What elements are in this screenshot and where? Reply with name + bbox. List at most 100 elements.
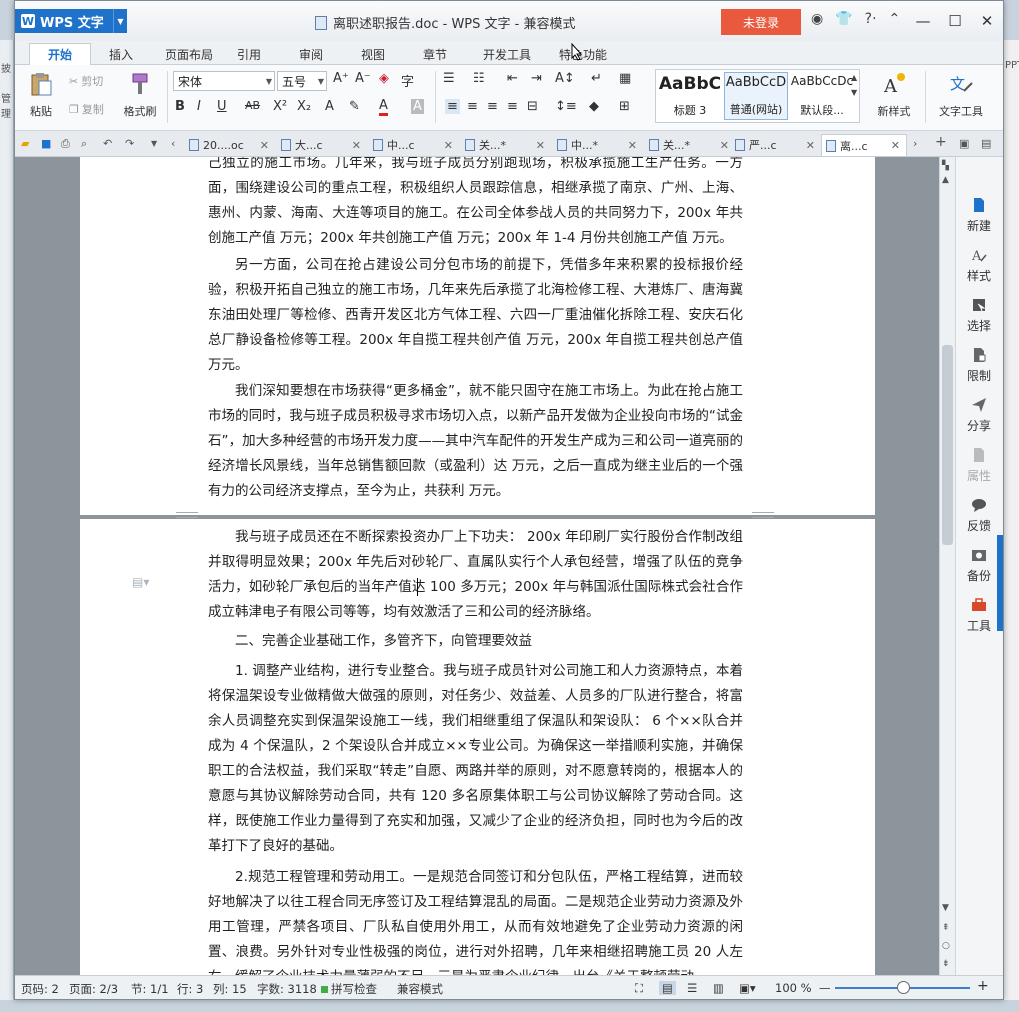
chevron-left-icon[interactable]: ‹ — [171, 137, 175, 150]
chevron-up-icon[interactable]: ▲ — [942, 175, 949, 185]
print-icon[interactable]: ⎙ — [61, 137, 70, 151]
sidebar-item-restrict[interactable]: 限制 — [956, 347, 1002, 384]
font-name-select[interactable]: 宋体 ▼ — [173, 71, 275, 91]
style-default-paragraph[interactable]: AaBbCcDc 默认段... — [790, 72, 854, 120]
page-view-icon[interactable]: ▤ — [659, 981, 676, 995]
tab-developer[interactable]: 开发工具 — [475, 43, 539, 65]
numbering-icon[interactable]: ☷ — [473, 71, 485, 86]
italic-icon[interactable]: I — [197, 99, 201, 114]
text-tools-button[interactable]: 文 文字工具 — [931, 71, 991, 119]
zoom-slider-thumb[interactable] — [897, 981, 910, 994]
highlight-icon[interactable]: ✎ — [349, 99, 360, 114]
tab-special-features[interactable]: 特色功能 — [551, 43, 615, 65]
chevron-down-icon[interactable]: ▼ — [113, 9, 127, 33]
doc-tab[interactable]: 20....oc ✕ — [185, 134, 275, 156]
border-icon[interactable]: ⊞ — [619, 99, 630, 114]
close-icon[interactable]: ✕ — [536, 139, 545, 152]
page-1[interactable]: 己独立的施工市场。几年来，我与班子成员分别跑现场，积极承揽施工生产任务。一方面，… — [80, 157, 875, 515]
doc-tab[interactable]: 中...c ✕ — [369, 134, 459, 156]
align-left-icon[interactable]: ≡ — [445, 99, 460, 114]
page-2[interactable]: ▤▾ 我与班子成员还在不断探索投资办厂上下功夫： 200x 年印刷厂实行股份合作… — [80, 517, 875, 975]
next-page-icon[interactable]: ⇟ — [942, 959, 950, 969]
close-icon[interactable]: ✕ — [628, 139, 637, 152]
doc-tab[interactable]: 严...c ✕ — [731, 134, 821, 156]
maximize-icon[interactable]: ☐ — [939, 7, 971, 35]
tab-page-layout[interactable]: 页面布局 — [151, 43, 227, 65]
zoom-out-icon[interactable]: — — [819, 981, 831, 995]
document-canvas[interactable]: 己独立的施工市场。几年来，我与班子成员分别跑现场，积极承揽施工生产任务。一方面，… — [15, 157, 939, 975]
doc-tab-active[interactable]: 离...c ✕ — [821, 134, 907, 156]
cut-button[interactable]: ✂ 剪切 — [69, 73, 103, 89]
collapse-ribbon-icon[interactable]: ⌃ — [889, 11, 901, 27]
wps-menu-button[interactable]: W WPS 文字 ▼ — [15, 9, 127, 33]
bullets-icon[interactable]: ☰ — [443, 71, 455, 86]
tab-list-icon[interactable]: ▣ — [959, 137, 969, 150]
sidebar-item-share[interactable]: 分享 — [956, 397, 1002, 434]
new-tab-icon[interactable]: + — [935, 134, 947, 150]
format-painter-button[interactable]: 格式刷 — [119, 71, 161, 119]
new-style-button[interactable]: A 新样式 — [869, 71, 919, 119]
save-icon[interactable]: ■ — [41, 137, 51, 150]
char-shading-icon[interactable]: A — [411, 99, 424, 114]
scrollbar-thumb[interactable] — [942, 345, 953, 545]
tab-menu-icon[interactable]: ▤ — [981, 137, 991, 150]
shading-icon[interactable]: ◆ — [589, 99, 599, 114]
shirt-icon[interactable]: 👕 — [835, 11, 852, 27]
subscript-icon[interactable]: X₂ — [297, 99, 311, 114]
doc-tab[interactable]: 关...* ✕ — [645, 134, 735, 156]
tab-review[interactable]: 审阅 — [291, 43, 331, 65]
font-size-select[interactable]: 五号 ▼ — [277, 71, 327, 91]
sidebar-item-styles[interactable]: A 样式 — [956, 247, 1002, 284]
vertical-scrollbar[interactable]: ▚ ▲ ▼ ⇞ ○ ⇟ — [939, 157, 955, 975]
align-center-icon[interactable]: ≡ — [467, 99, 478, 114]
spell-check-toggle[interactable]: 拼写检查 — [321, 981, 377, 997]
sidebar-collapse-handle[interactable] — [997, 535, 1003, 631]
distribute-icon[interactable]: ⊟ — [527, 99, 538, 114]
paragraph-marker-icon[interactable]: ▤▾ — [132, 575, 149, 589]
login-button[interactable]: 未登录 — [721, 9, 801, 35]
doc-tab[interactable]: 中...* ✕ — [553, 134, 643, 156]
close-icon[interactable]: ✕ — [260, 139, 269, 152]
chevron-right-icon[interactable]: › — [913, 137, 917, 150]
help-icon[interactable]: ?· — [865, 11, 877, 27]
sort-icon[interactable]: A↕ — [555, 71, 575, 86]
superscript-icon[interactable]: X² — [273, 99, 287, 114]
chevron-down-icon[interactable]: ▼ — [151, 139, 157, 148]
sidebar-item-new[interactable]: 新建 — [956, 197, 1002, 234]
split-icon[interactable]: ▚ — [942, 161, 949, 171]
undo-icon[interactable]: ↶ — [103, 137, 112, 150]
minimize-icon[interactable]: — — [907, 7, 939, 35]
close-icon[interactable]: ✕ — [891, 139, 900, 152]
line-spacing-icon[interactable]: ↕≡ — [555, 99, 577, 114]
sidebar-item-tools[interactable]: 工具 — [956, 597, 1002, 634]
outline-view-icon[interactable]: ☰ — [687, 981, 697, 995]
tab-chapter[interactable]: 章节 — [415, 43, 455, 65]
chevron-down-icon[interactable]: ▼ — [942, 903, 949, 913]
web-view-icon[interactable]: ▥ — [713, 981, 724, 995]
sidebar-item-backup[interactable]: 备份 — [956, 547, 1002, 584]
doc-tab[interactable]: 大...c ✕ — [277, 134, 367, 156]
copy-button[interactable]: ❐ 复制 — [69, 101, 104, 117]
tab-insert[interactable]: 插入 — [93, 43, 149, 65]
close-icon[interactable]: ✕ — [720, 139, 729, 152]
reading-mode-icon[interactable]: ▣▾ — [739, 981, 756, 995]
shrink-font-icon[interactable]: A⁻ — [355, 71, 371, 86]
styles-scroll[interactable]: ▲ ▼ — [851, 73, 857, 97]
phonetic-guide-icon[interactable]: 字 — [401, 71, 414, 90]
paste-button[interactable]: 粘贴 — [23, 71, 59, 119]
status-word-count[interactable]: 字数: 3118 — [257, 981, 317, 997]
grow-font-icon[interactable]: A⁺ — [333, 71, 349, 86]
decrease-indent-icon[interactable]: ⇤ — [507, 71, 518, 86]
bold-icon[interactable]: B — [175, 99, 185, 114]
redo-icon[interactable]: ↷ — [125, 137, 134, 150]
tab-home[interactable]: 开始 — [29, 43, 91, 65]
sidebar-item-select[interactable]: 选择 — [956, 297, 1002, 334]
table-icon[interactable]: ▦ — [619, 71, 631, 86]
previous-page-icon[interactable]: ⇞ — [942, 923, 950, 933]
font-color-icon[interactable]: A — [379, 99, 388, 116]
tab-references[interactable]: 引用 — [229, 43, 269, 65]
close-icon[interactable]: ✕ — [806, 139, 815, 152]
close-icon[interactable]: ✕ — [444, 139, 453, 152]
sidebar-item-feedback[interactable]: 反馈 — [956, 497, 1002, 534]
tab-view[interactable]: 视图 — [353, 43, 393, 65]
